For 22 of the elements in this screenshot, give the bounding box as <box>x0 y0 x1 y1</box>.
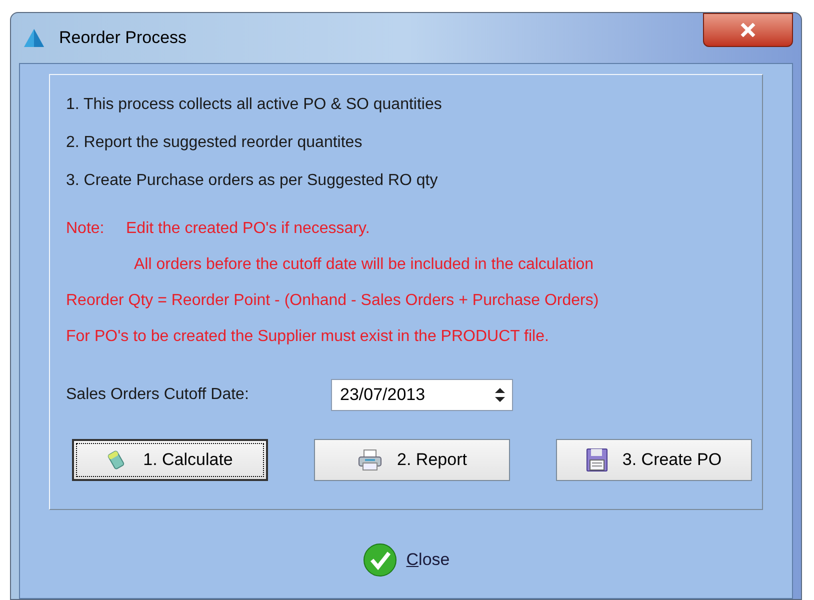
check-icon <box>362 542 398 578</box>
cutoff-date-label: Sales Orders Cutoff Date: <box>66 385 250 405</box>
close-dialog-button[interactable]: Close <box>362 542 450 578</box>
instruction-text: 3. Create Purchase orders as per Suggested RO qty <box>66 171 439 191</box>
instruction-text: 2. Report the suggested reorder quantites <box>66 133 364 153</box>
instruction-text: 1. This process collects all active PO & SO quantities <box>66 95 443 115</box>
note-text: Edit the created PO's if necessary. <box>126 219 370 239</box>
action-button[interactable]: 2. Report <box>314 439 510 481</box>
note-text: For PO's to be created the Supplier must exist in the PRODUCT file. <box>66 327 549 347</box>
spinner-icon[interactable] <box>494 386 506 404</box>
triangle-icon <box>23 28 45 48</box>
date-value: 23/07/2013 <box>340 384 426 406</box>
action-button[interactable]: 3. Create PO <box>556 439 752 481</box>
note-text: All orders before the cutoff date will be included in the calculation <box>134 255 594 275</box>
note-text: Reorder Qty = Reorder Point - (Onhand - Sales Orders + Purchase Orders) <box>66 291 599 311</box>
window-title: Reorder Process <box>59 27 187 50</box>
action-button[interactable]: 1. Calculate <box>72 439 268 481</box>
note-label: Note: <box>66 219 106 239</box>
close-icon <box>740 23 756 37</box>
close-button[interactable] <box>703 13 793 47</box>
date-field[interactable]: 23/07/2013 <box>331 379 513 411</box>
printer-icon <box>357 448 384 472</box>
